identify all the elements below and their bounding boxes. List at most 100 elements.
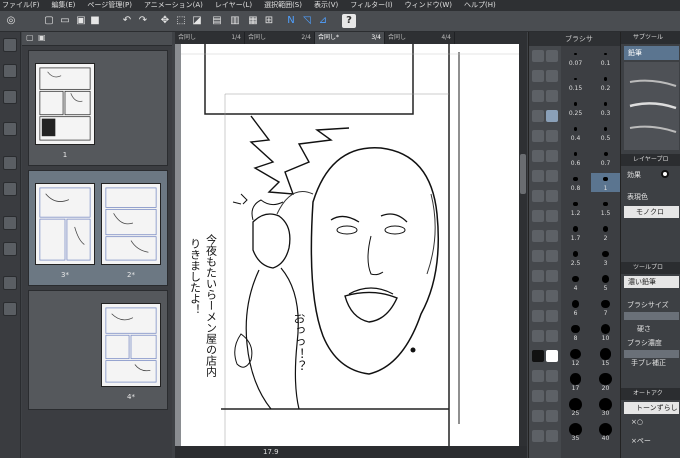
undo-icon[interactable]: ↶ bbox=[120, 14, 134, 28]
operation-tool-icon[interactable] bbox=[3, 90, 17, 104]
menu-item[interactable]: 表示(V) bbox=[314, 0, 338, 11]
add-page-icon[interactable]: ▢ bbox=[26, 33, 34, 42]
brush-size-option[interactable]: 0.25 bbox=[561, 98, 590, 117]
deselect-icon[interactable]: ⬚ bbox=[174, 14, 188, 28]
new-file-icon[interactable]: ▢ bbox=[42, 14, 56, 28]
tab-page-1[interactable]: 合同し 1/4 bbox=[175, 32, 245, 44]
brush-size-option[interactable]: 3 bbox=[591, 248, 620, 267]
snap-special-icon[interactable]: ◹ bbox=[300, 14, 314, 28]
brush-size-option[interactable]: 0.15 bbox=[561, 73, 590, 92]
move-tool-icon[interactable] bbox=[3, 64, 17, 78]
pen-icon[interactable] bbox=[532, 110, 544, 122]
menu-item[interactable]: フィルター(I) bbox=[350, 0, 392, 11]
brush-size-option[interactable]: 8 bbox=[561, 323, 590, 342]
arrow-icon[interactable] bbox=[532, 70, 544, 82]
menu-item[interactable]: ウィンドウ(W) bbox=[405, 0, 452, 11]
tool-name-field[interactable]: 濃い鉛筆 bbox=[624, 276, 679, 288]
eyedropper-icon[interactable] bbox=[3, 182, 17, 196]
page-thumbnail[interactable] bbox=[101, 183, 161, 265]
brush-tool-icon[interactable] bbox=[3, 276, 17, 290]
brush-size-option[interactable]: 25 bbox=[561, 397, 590, 417]
brush-size-option[interactable]: 12 bbox=[561, 348, 590, 367]
ruler-icon[interactable] bbox=[546, 210, 558, 222]
tab-page-2[interactable]: 合同し 2/4 bbox=[245, 32, 315, 44]
page-thumbnail[interactable] bbox=[101, 303, 161, 387]
palette-icon[interactable] bbox=[546, 390, 558, 402]
tab-page-3[interactable]: 合同し* 3/4 bbox=[315, 32, 385, 44]
brush-size-option[interactable]: 17 bbox=[561, 373, 590, 392]
brush-density-slider[interactable] bbox=[624, 350, 679, 358]
pen-tool-icon[interactable] bbox=[3, 216, 17, 230]
zoom-level[interactable]: 17.9 bbox=[263, 448, 279, 456]
auto-action-row[interactable]: ×○ bbox=[631, 418, 643, 426]
scrollbar-thumb[interactable] bbox=[520, 154, 526, 194]
transform-icon[interactable]: ✥ bbox=[158, 14, 172, 28]
gradient-icon[interactable] bbox=[532, 190, 544, 202]
brush-size-option[interactable]: 1.2 bbox=[561, 198, 590, 217]
grid-icon[interactable]: ▦ bbox=[246, 14, 260, 28]
hand-icon[interactable] bbox=[546, 50, 558, 62]
brush-size-option[interactable]: 1 bbox=[591, 173, 620, 192]
eraser-tool-icon[interactable] bbox=[3, 302, 17, 316]
layer-move-icon[interactable] bbox=[3, 122, 17, 136]
ruler-icon[interactable]: ⊞ bbox=[262, 14, 276, 28]
canvas-area[interactable]: おっっ！？ 今夜もたいらーメン屋の店内 りきましたよ！ bbox=[175, 44, 519, 446]
color-wheel-icon[interactable] bbox=[532, 390, 544, 402]
tab-page-4[interactable]: 合同し 4/4 bbox=[385, 32, 455, 44]
page-spread-selected[interactable]: 3* 2* bbox=[28, 170, 168, 286]
brush-size-option[interactable]: 0.2 bbox=[591, 73, 620, 92]
flip-icon[interactable] bbox=[546, 310, 558, 322]
menu-item[interactable]: 編集(E) bbox=[52, 0, 76, 11]
save-icon[interactable]: ▣ bbox=[74, 14, 88, 28]
brush-size-option[interactable]: 0.6 bbox=[561, 148, 590, 167]
canvas-vertical-scrollbar[interactable] bbox=[519, 44, 527, 446]
pencil-tool-icon[interactable] bbox=[3, 242, 17, 256]
delete-page-icon[interactable]: ▣ bbox=[38, 33, 46, 42]
history-icon[interactable] bbox=[532, 410, 544, 422]
correction-icon[interactable] bbox=[546, 250, 558, 262]
menu-item[interactable]: アニメーション(A) bbox=[144, 0, 203, 11]
settings-icon[interactable] bbox=[546, 430, 558, 442]
fill-icon[interactable]: ▤ bbox=[210, 14, 224, 28]
page-spread[interactable]: 4* bbox=[28, 290, 168, 410]
figure-icon[interactable] bbox=[546, 190, 558, 202]
magnifier-icon[interactable] bbox=[532, 50, 544, 62]
brush-size-slider[interactable] bbox=[624, 312, 679, 320]
clear-icon[interactable]: ▥ bbox=[228, 14, 242, 28]
auto-action-row[interactable]: ×ペー bbox=[631, 436, 651, 446]
blend-icon[interactable] bbox=[532, 170, 544, 182]
eyedropper-icon[interactable] bbox=[546, 90, 558, 102]
brush-size-option[interactable]: 15 bbox=[591, 348, 620, 367]
page-spread[interactable]: 1 bbox=[28, 50, 168, 166]
brush-size-option[interactable]: 0.4 bbox=[561, 123, 590, 142]
page-thumbnail[interactable] bbox=[35, 183, 95, 265]
effect-toggle[interactable] bbox=[661, 170, 669, 178]
brush-size-option[interactable]: 7 bbox=[591, 298, 620, 317]
transparent-icon[interactable] bbox=[546, 370, 558, 382]
brush-size-option[interactable]: 6 bbox=[561, 298, 590, 317]
menu-item[interactable]: レイヤー(L) bbox=[215, 0, 252, 11]
lasso-icon[interactable] bbox=[546, 70, 558, 82]
manga-page[interactable]: おっっ！？ 今夜もたいらーメン屋の店内 りきましたよ！ bbox=[181, 44, 519, 446]
brush-size-option[interactable]: 1.5 bbox=[591, 198, 620, 217]
line-fix-icon[interactable] bbox=[532, 250, 544, 262]
brush-size-option[interactable]: 0.8 bbox=[561, 173, 590, 192]
brush-size-option[interactable]: 2 bbox=[591, 223, 620, 242]
invert-selection-icon[interactable]: ◪ bbox=[190, 14, 204, 28]
brush-size-option[interactable]: 35 bbox=[561, 422, 590, 442]
color-icon[interactable]: ■ bbox=[88, 14, 102, 28]
brush-size-option[interactable]: 0.3 bbox=[591, 98, 620, 117]
menu-item[interactable]: ページ管理(P) bbox=[87, 0, 132, 11]
pencil-icon[interactable] bbox=[546, 110, 558, 122]
menu-item[interactable]: ファイル(F) bbox=[2, 0, 40, 11]
material-icon[interactable] bbox=[532, 430, 544, 442]
text-icon[interactable] bbox=[532, 230, 544, 242]
zoom-tool-icon[interactable] bbox=[3, 38, 17, 52]
main-color-swatch[interactable] bbox=[532, 350, 544, 362]
brush-size-option[interactable]: 0.7 bbox=[591, 148, 620, 167]
brush-size-option[interactable]: 4 bbox=[561, 273, 590, 292]
brush-size-option[interactable]: 10 bbox=[591, 323, 620, 342]
panel-icon[interactable] bbox=[532, 330, 544, 342]
layer-icon[interactable] bbox=[546, 270, 558, 282]
speech-icon[interactable] bbox=[546, 330, 558, 342]
